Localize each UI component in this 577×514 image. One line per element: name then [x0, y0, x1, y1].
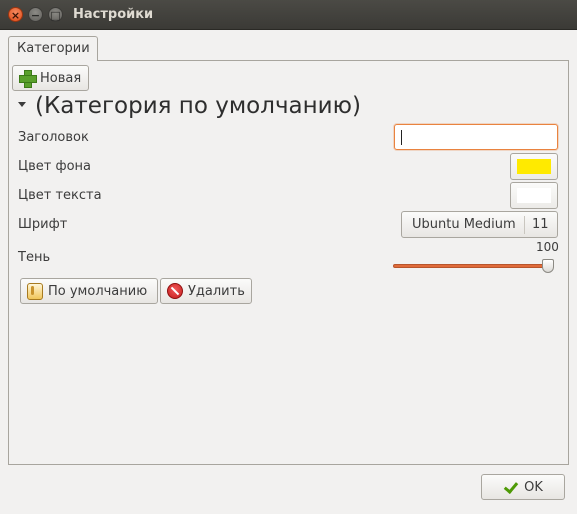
shadow-slider[interactable]	[393, 264, 553, 268]
tab-divider	[97, 60, 569, 61]
window-title: Настройки	[73, 7, 154, 22]
title-label: Заголовок	[18, 130, 89, 145]
title-bar: × − □ Настройки	[0, 0, 577, 30]
delete-button[interactable]: Удалить	[160, 278, 252, 304]
new-category-label: Новая	[40, 70, 82, 86]
ok-button-label: OK	[524, 479, 543, 495]
text-color-label: Цвет текста	[18, 188, 102, 203]
default-button[interactable]: По умолчанию	[20, 278, 158, 304]
background-color-button[interactable]	[510, 153, 558, 180]
shadow-label: Тень	[18, 250, 51, 265]
title-input[interactable]	[394, 124, 558, 150]
text-cursor	[401, 130, 402, 145]
close-icon: ×	[10, 9, 21, 22]
text-color-button[interactable]	[510, 182, 558, 209]
font-separator	[524, 216, 525, 234]
check-icon	[503, 480, 519, 494]
new-category-button[interactable]: Новая	[12, 65, 89, 91]
shadow-slider-handle[interactable]	[542, 259, 554, 273]
font-size-value: 11	[532, 217, 549, 232]
maximize-icon: □	[50, 9, 61, 22]
background-color-swatch	[517, 159, 551, 174]
category-heading[interactable]: (Категория по умолчанию)	[35, 93, 361, 119]
expander-arrow-icon[interactable]	[18, 102, 26, 107]
font-button[interactable]: Ubuntu Medium 11	[401, 211, 558, 238]
minimize-icon: −	[30, 9, 41, 22]
minimize-button[interactable]: −	[28, 7, 43, 22]
background-color-label: Цвет фона	[18, 159, 91, 174]
plus-icon	[19, 70, 37, 88]
shadow-value: 100	[536, 240, 559, 254]
hand-icon	[27, 282, 43, 300]
text-color-swatch	[517, 188, 551, 203]
tab-categories[interactable]: Категории	[8, 36, 98, 61]
maximize-button[interactable]: □	[48, 7, 63, 22]
delete-button-label: Удалить	[188, 283, 245, 299]
ok-button[interactable]: OK	[481, 474, 565, 500]
close-button[interactable]: ×	[8, 7, 23, 22]
tab-categories-label: Категории	[17, 41, 90, 56]
default-button-label: По умолчанию	[48, 283, 148, 299]
tab-panel	[8, 60, 569, 465]
font-label: Шрифт	[18, 217, 68, 232]
font-family-value: Ubuntu Medium	[412, 217, 516, 232]
stop-icon	[167, 283, 183, 299]
